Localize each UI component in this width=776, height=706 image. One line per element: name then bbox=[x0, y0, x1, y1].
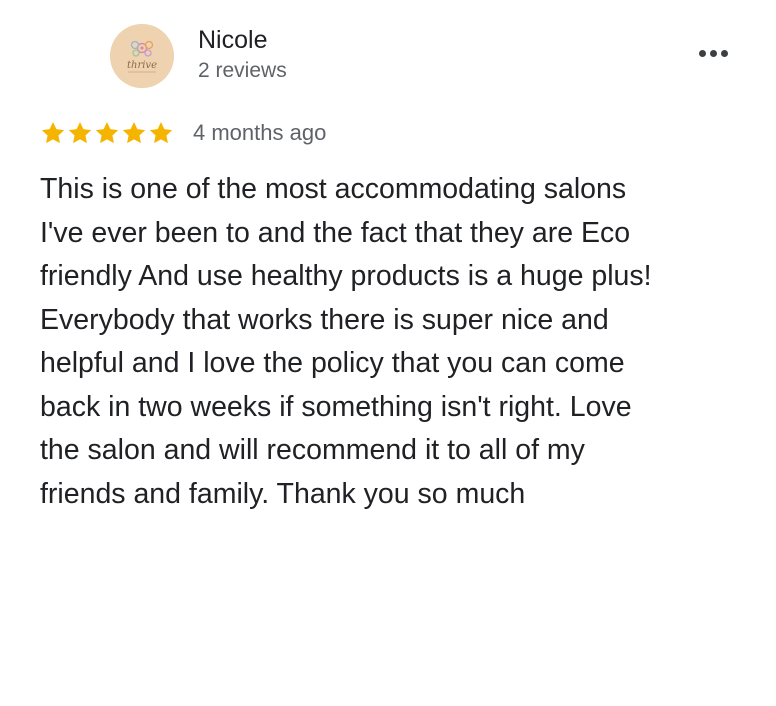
star-rating bbox=[40, 120, 174, 146]
star-icon bbox=[68, 121, 92, 144]
author-name[interactable]: Nicole bbox=[198, 26, 267, 54]
review-count: 2 reviews bbox=[198, 59, 287, 82]
star-icon bbox=[122, 121, 146, 144]
review-text: This is one of the most accommodating sa… bbox=[40, 173, 652, 510]
more-vert-icon bbox=[698, 49, 706, 57]
more-vert-icon bbox=[709, 49, 717, 57]
review-date: 4 months ago bbox=[193, 120, 327, 145]
avatar-logo-image: thrive bbox=[110, 24, 174, 88]
rating-row: 4 months ago bbox=[40, 119, 326, 147]
star-icon bbox=[41, 121, 65, 144]
avatar[interactable]: thrive bbox=[110, 24, 174, 88]
star-icon bbox=[149, 121, 173, 144]
avatar-logo-text: thrive bbox=[127, 60, 157, 71]
star-icon bbox=[95, 121, 119, 144]
review-card: thrive Nicole 2 reviews 4 months ago Thi… bbox=[0, 0, 776, 706]
more-vert-icon bbox=[720, 49, 728, 57]
more-options-button[interactable] bbox=[690, 40, 736, 66]
